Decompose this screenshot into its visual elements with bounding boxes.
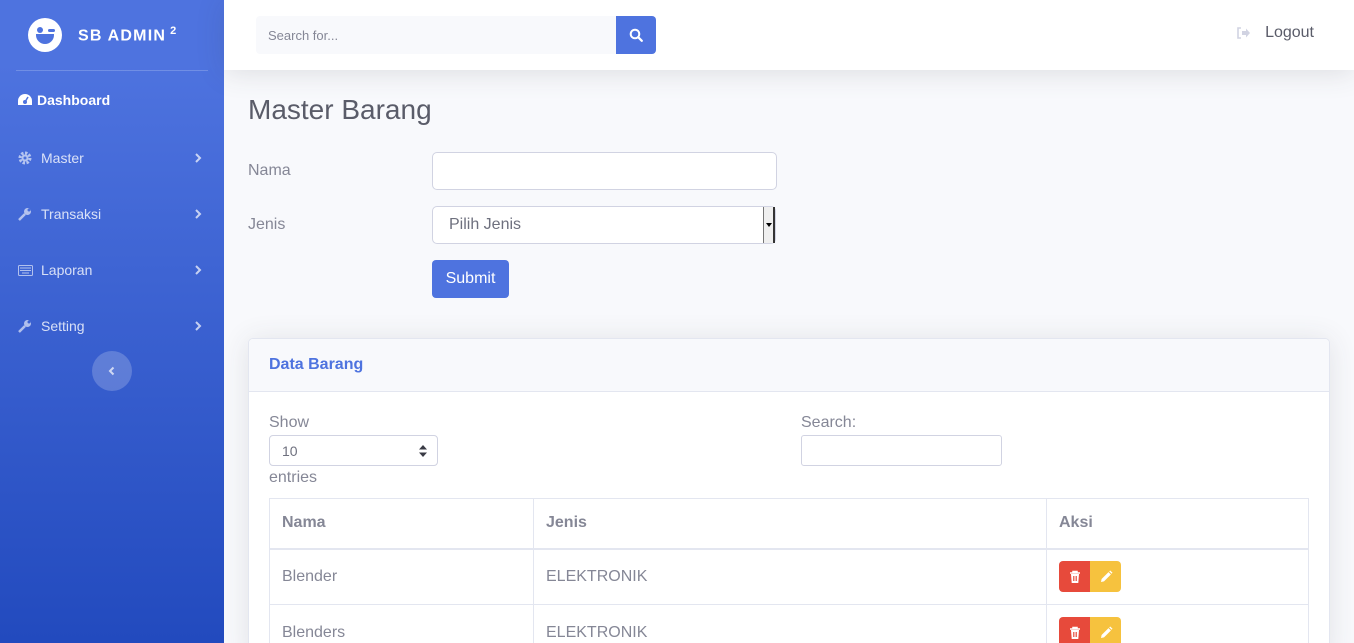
sidebar-item-master[interactable]: Master <box>0 130 224 186</box>
table-search-label: Search: <box>801 414 857 431</box>
sidebar-item-label: Setting <box>41 318 85 334</box>
sidebar: SB ADMIN 2 Dashboard Master Transaksi Lap… <box>0 0 224 643</box>
wrench-icon <box>17 318 33 334</box>
card-title: Data Barang <box>249 339 1329 392</box>
chevron-left-icon <box>108 366 115 376</box>
keyboard-icon <box>17 262 33 278</box>
trash-icon <box>1069 626 1080 639</box>
chevron-right-icon <box>195 265 202 275</box>
pencil-icon <box>1100 570 1112 582</box>
logout-link[interactable]: Logout <box>1235 24 1314 42</box>
entries-length-value: 10 <box>282 442 298 459</box>
topbar-search <box>256 16 656 54</box>
jenis-label: Jenis <box>248 216 286 233</box>
sidebar-item-label: Dashboard <box>37 92 111 108</box>
sidebar-item-setting[interactable]: Setting <box>0 298 224 354</box>
sidebar-brand[interactable]: SB ADMIN 2 <box>0 0 224 70</box>
sign-out-icon <box>1235 25 1251 41</box>
search-icon <box>629 28 643 42</box>
table-search-input[interactable] <box>801 435 1002 466</box>
cell-jenis: ELEKTRONIK <box>533 548 1047 605</box>
sort-updown-icon <box>419 445 427 457</box>
entries-label: entries <box>269 469 318 486</box>
caret-down-icon[interactable] <box>763 207 775 243</box>
table-header-row: Nama Jenis Aksi <box>269 498 1309 550</box>
cell-aksi <box>1046 604 1309 643</box>
column-header-nama[interactable]: Nama <box>269 498 534 550</box>
sidebar-item-laporan[interactable]: Laporan <box>0 242 224 298</box>
search-input[interactable] <box>256 16 616 54</box>
table-row: Blender ELEKTRONIK <box>269 548 1309 605</box>
sidebar-item-label: Master <box>41 150 84 166</box>
sidebar-item-dashboard[interactable]: Dashboard <box>0 71 224 129</box>
brand-name: SB ADMIN 2 <box>78 24 178 45</box>
cell-nama: Blender <box>269 548 534 605</box>
entries-length-select[interactable]: 10 <box>269 435 438 466</box>
show-label: Show <box>269 414 310 431</box>
dashboard-icon <box>17 92 33 108</box>
jenis-select-value: Pilih Jenis <box>449 216 522 233</box>
chevron-right-icon <box>195 321 202 331</box>
laugh-wink-icon <box>28 18 62 52</box>
sidebar-item-label: Laporan <box>41 262 93 278</box>
sidebar-item-label: Transaksi <box>41 206 102 222</box>
gear-icon <box>17 150 33 166</box>
jenis-select[interactable]: Pilih Jenis <box>432 206 776 244</box>
delete-button[interactable] <box>1059 617 1090 643</box>
nama-label: Nama <box>248 162 291 179</box>
edit-button[interactable] <box>1090 561 1121 593</box>
edit-button[interactable] <box>1090 617 1121 643</box>
topbar: Logout <box>224 0 1354 70</box>
cell-nama: Blenders <box>269 604 534 643</box>
delete-button[interactable] <box>1059 561 1090 593</box>
sidebar-item-transaksi[interactable]: Transaksi <box>0 186 224 242</box>
data-table: Nama Jenis Aksi Blender ELEKTRONIK Blend… <box>269 498 1309 643</box>
wrench-icon <box>17 206 33 222</box>
data-card: Data Barang Show 10 entries Search: Nama… <box>248 338 1330 643</box>
column-header-aksi[interactable]: Aksi <box>1046 498 1309 550</box>
cell-aksi <box>1046 548 1309 605</box>
chevron-right-icon <box>195 209 202 219</box>
chevron-right-icon <box>195 153 202 163</box>
nama-input[interactable] <box>432 152 777 190</box>
submit-button[interactable]: Submit <box>432 260 509 298</box>
trash-icon <box>1069 570 1080 583</box>
sidebar-toggle-button[interactable] <box>92 351 132 391</box>
pencil-icon <box>1100 626 1112 638</box>
logout-label: Logout <box>1265 24 1314 41</box>
column-header-jenis[interactable]: Jenis <box>533 498 1047 550</box>
search-button[interactable] <box>616 16 656 54</box>
table-row: Blenders ELEKTRONIK <box>269 604 1309 643</box>
cell-jenis: ELEKTRONIK <box>533 604 1047 643</box>
page-title: Master Barang <box>248 94 432 125</box>
